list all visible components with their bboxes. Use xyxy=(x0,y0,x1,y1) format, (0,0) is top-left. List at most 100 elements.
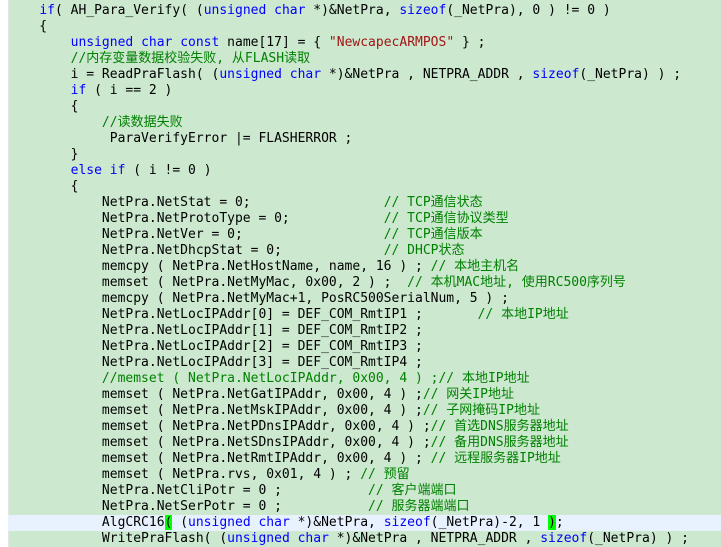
code-comment: // TCP通信版本 xyxy=(383,227,483,242)
code-line[interactable]: memset ( NetPra.rvs, 0x01, 4 ) ; // 预留 xyxy=(8,467,721,483)
code-line[interactable]: //memset ( NetPra.NetLocIPAddr, 0x00, 4 … xyxy=(8,371,721,387)
code-text: NetPra.NetProtoType = 0; xyxy=(8,211,384,226)
code-line[interactable]: NetPra.NetLocIPAddr[2] = DEF_COM_RmtIP3 … xyxy=(8,339,721,355)
code-line[interactable]: NetPra.NetStat = 0; // TCP通信状态 xyxy=(8,195,721,211)
code-text: *)&NetPra, xyxy=(305,3,400,18)
code-line[interactable]: memset ( NetPra.NetPDnsIPAddr, 0x00, 4 )… xyxy=(8,419,721,435)
code-text: memset ( NetPra.rvs, 0x01, 4 ) ; xyxy=(8,467,361,482)
code-line[interactable]: i = ReadPraFlash( (unsigned char *)&NetP… xyxy=(8,67,721,83)
code-lines: if( AH_Para_Verify( (unsigned char *)&Ne… xyxy=(8,3,721,547)
code-comment: // DHCP状态 xyxy=(383,243,465,258)
code-keyword: unsigned char xyxy=(188,515,290,530)
code-keyword: unsigned char const xyxy=(70,35,220,50)
code-line[interactable]: //读数据失败 xyxy=(8,115,721,131)
code-text: name[17] = { xyxy=(219,35,329,50)
code-text: ( i != 0 ) xyxy=(125,163,212,178)
code-text: memcpy ( NetPra.NetHostName, name, 16 ) … xyxy=(8,259,431,274)
code-keyword: if xyxy=(39,3,55,18)
code-text: memset ( NetPra.NetGatIPAddr, 0x00, 4 ) … xyxy=(8,387,423,402)
code-keyword: unsigned char xyxy=(203,3,306,18)
code-text: memcpy ( NetPra.NetMyMac+1, PosRC500Seri… xyxy=(8,291,509,306)
code-line[interactable]: NetPra.NetCliPotr = 0 ; // 客户端端口 xyxy=(8,483,721,499)
code-line[interactable]: NetPra.NetLocIPAddr[1] = DEF_COM_RmtIP2 … xyxy=(8,323,721,339)
code-text: AlgCRC16 xyxy=(8,515,165,530)
code-line[interactable]: if ( i == 2 ) xyxy=(8,83,721,99)
code-text: NetPra.NetDhcpStat = 0; xyxy=(8,243,384,258)
code-line[interactable]: if( AH_Para_Verify( (unsigned char *)&Ne… xyxy=(8,3,721,19)
matched-brace: ) xyxy=(548,515,556,530)
code-keyword: sizeof xyxy=(399,3,447,18)
code-text: memset ( NetPra.NetMskIPAddr, 0x00, 4 ) … xyxy=(8,403,423,418)
code-line[interactable]: memset ( NetPra.NetMyMac, 0x00, 2 ) ; //… xyxy=(8,275,721,291)
code-text: (_NetPra) ) ; xyxy=(587,531,689,546)
code-text: ( i == 2 ) xyxy=(86,83,173,98)
code-line[interactable]: ParaVerifyError |= FLASHERROR ; xyxy=(8,131,721,147)
code-text: i = ReadPraFlash( ( xyxy=(8,67,220,82)
code-line[interactable]: unsigned char const name[17] = { "Newcap… xyxy=(8,35,721,51)
code-text: { xyxy=(8,19,48,34)
code-line[interactable]: //内存变量数据校验失败, 从FLASH读取 xyxy=(8,51,721,67)
code-text: *)&NetPra, xyxy=(289,515,384,530)
code-line[interactable]: WritePraFlash( (unsigned char *)&NetPra … xyxy=(8,531,721,547)
code-text: memset ( NetPra.NetSDnsIPAddr, 0x00, 4 )… xyxy=(8,435,431,450)
code-comment: //内存变量数据校验失败, 从FLASH读取 xyxy=(70,51,311,66)
code-line[interactable]: { xyxy=(8,179,721,195)
code-text: NetPra.NetLocIPAddr[2] = DEF_COM_RmtIP3 … xyxy=(8,339,423,354)
code-line[interactable]: NetPra.NetSerPotr = 0 ; // 服务器端端口 xyxy=(8,499,721,515)
code-text: ( AH_Para_Verify( ( xyxy=(54,3,204,18)
code-comment: // 客户端端口 xyxy=(368,483,457,498)
code-line[interactable]: memcpy ( NetPra.NetMyMac+1, PosRC500Seri… xyxy=(8,291,721,307)
code-comment: // TCP通信状态 xyxy=(383,195,483,210)
code-comment: // 网关IP地址 xyxy=(422,387,514,402)
code-comment: // 本地主机名 xyxy=(430,259,520,274)
code-text: NetPra.NetLocIPAddr[3] = DEF_COM_RmtIP4 … xyxy=(8,355,423,370)
code-line[interactable]: { xyxy=(8,19,721,35)
code-text: { xyxy=(8,99,79,114)
code-text: ( xyxy=(172,515,189,530)
code-editor[interactable]: if( AH_Para_Verify( (unsigned char *)&Ne… xyxy=(0,0,721,547)
code-line[interactable]: memset ( NetPra.NetMskIPAddr, 0x00, 4 ) … xyxy=(8,403,721,419)
code-comment: // 子网掩码IP地址 xyxy=(422,403,540,418)
code-line[interactable]: NetPra.NetLocIPAddr[0] = DEF_COM_RmtIP1 … xyxy=(8,307,721,323)
code-line[interactable]: NetPra.NetLocIPAddr[3] = DEF_COM_RmtIP4 … xyxy=(8,355,721,371)
code-keyword: if xyxy=(70,83,87,98)
code-line[interactable]: } xyxy=(8,147,721,163)
code-text: (_NetPra) ) ; xyxy=(579,67,682,82)
code-text: NetPra.NetLocIPAddr[1] = DEF_COM_RmtIP2 … xyxy=(8,323,423,338)
code-text: NetPra.NetLocIPAddr[0] = DEF_COM_RmtIP1 … xyxy=(8,307,478,322)
code-line[interactable]: AlgCRC16( (unsigned char *)&NetPra, size… xyxy=(8,515,721,531)
code-comment: // 预留 xyxy=(360,467,410,482)
code-comment: // 远程服务器IP地址 xyxy=(430,451,561,466)
code-line[interactable]: NetPra.NetVer = 0; // TCP通信版本 xyxy=(8,227,721,243)
code-keyword: sizeof xyxy=(540,531,588,546)
code-line[interactable]: NetPra.NetProtoType = 0; // TCP通信协议类型 xyxy=(8,211,721,227)
code-line[interactable]: memset ( NetPra.NetGatIPAddr, 0x00, 4 ) … xyxy=(8,387,721,403)
code-text: } ; xyxy=(454,35,486,50)
code-line[interactable]: { xyxy=(8,99,721,115)
code-line[interactable]: NetPra.NetDhcpStat = 0; // DHCP状态 xyxy=(8,243,721,259)
code-comment: // 本机MAC地址, 使用RC500序列号 xyxy=(407,275,626,290)
code-text: NetPra.NetSerPotr = 0 ; xyxy=(8,499,369,514)
code-text: memset ( NetPra.NetPDnsIPAddr, 0x00, 4 )… xyxy=(8,419,431,434)
code-line[interactable]: else if ( i != 0 ) xyxy=(8,163,721,179)
code-line[interactable]: memset ( NetPra.NetRmtIPAddr, 0x00, 4 ) … xyxy=(8,451,721,467)
code-line[interactable]: memset ( NetPra.NetSDnsIPAddr, 0x00, 4 )… xyxy=(8,435,721,451)
code-line[interactable]: memcpy ( NetPra.NetHostName, name, 16 ) … xyxy=(8,259,721,275)
code-text: (_NetPra), 0 ) != 0 ) xyxy=(446,3,611,18)
code-comment: // 备用DNS服务器地址 xyxy=(430,435,569,450)
code-keyword: unsigned char xyxy=(219,67,322,82)
code-keyword: unsigned char xyxy=(227,531,329,546)
code-text: NetPra.NetCliPotr = 0 ; xyxy=(8,483,369,498)
code-comment: // 服务器端端口 xyxy=(368,499,470,514)
code-text: memset ( NetPra.NetRmtIPAddr, 0x00, 4 ) … xyxy=(8,451,431,466)
code-text: WritePraFlash( ( xyxy=(8,531,228,546)
code-comment: //读数据失败 xyxy=(101,115,183,130)
code-comment: // 本地IP地址 xyxy=(477,307,569,322)
code-text: *)&NetPra , NETPRA_ADDR , xyxy=(328,531,541,546)
